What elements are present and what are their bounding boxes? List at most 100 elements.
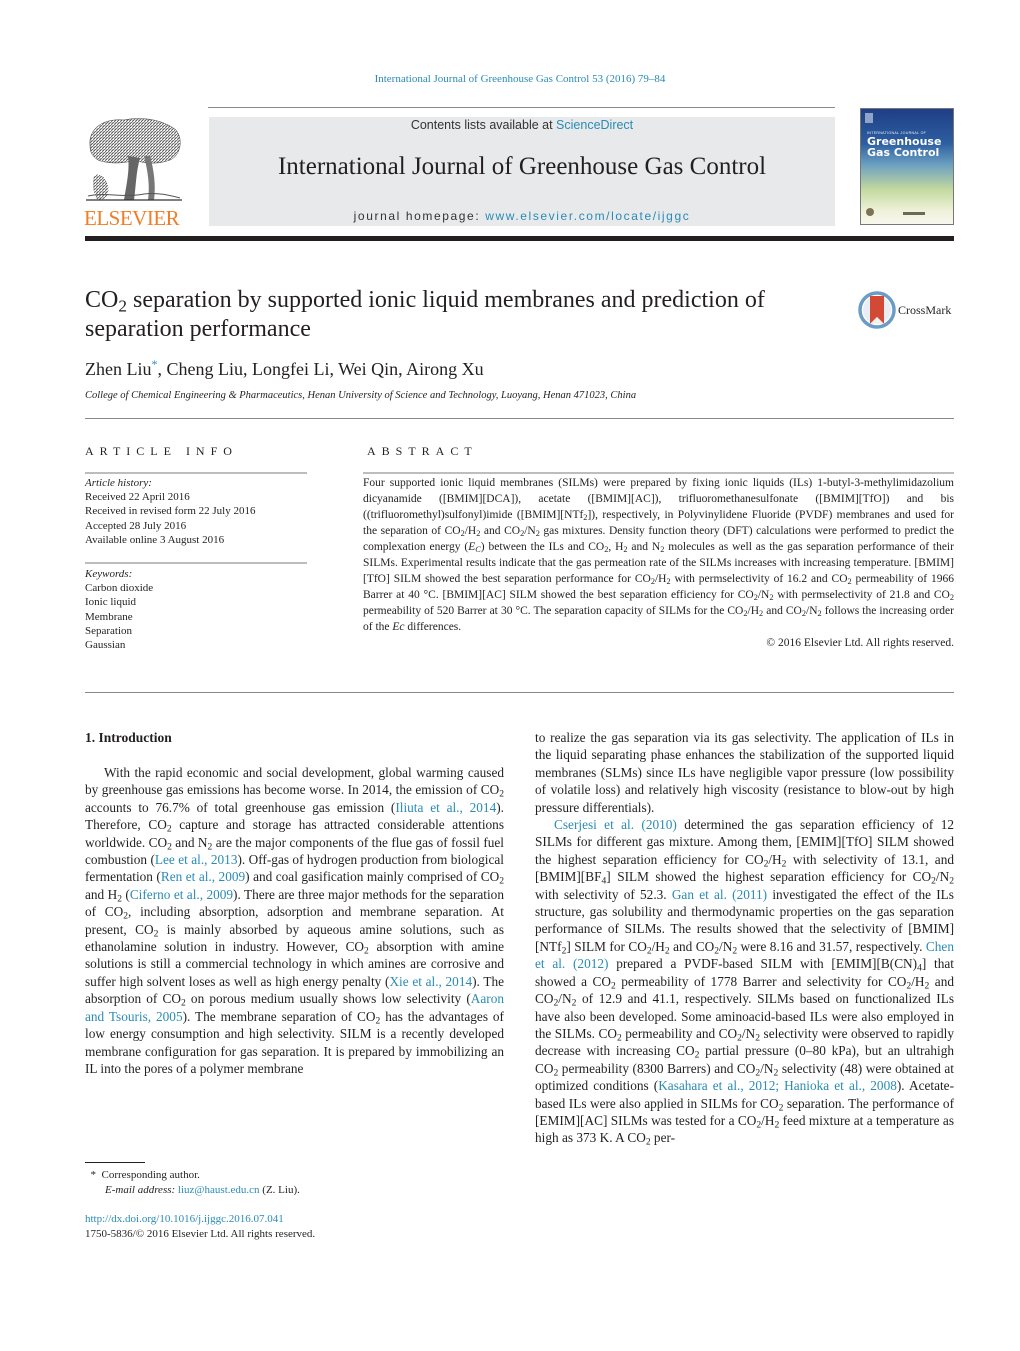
intro-paragraph-1: With the rapid economic and social devel… bbox=[85, 765, 505, 1076]
subscript: 2 bbox=[561, 945, 567, 957]
body-column-left: With the rapid economic and social devel… bbox=[85, 764, 504, 1077]
crossmark-badge[interactable]: CrossMark bbox=[858, 290, 958, 330]
section-heading-introduction: 1. Introduction bbox=[85, 730, 172, 745]
cover-title-line2: Gas Control bbox=[867, 146, 940, 159]
subscript: 2 bbox=[949, 593, 955, 603]
journal-cover-thumbnail[interactable]: INTERNATIONAL JOURNAL OF Greenhouse Gas C… bbox=[860, 108, 954, 225]
history-online: Available online 3 August 2016 bbox=[85, 533, 225, 546]
elsevier-logo[interactable]: ELSEVIER bbox=[84, 116, 188, 230]
subscript: 2 bbox=[664, 945, 670, 957]
subscript: 4 bbox=[601, 875, 607, 887]
intro-paragraph-1-cont: to realize the gas separation via its ga… bbox=[535, 730, 954, 815]
subscript: 2 bbox=[774, 1119, 780, 1131]
footnote-corresponding: * Corresponding author. bbox=[85, 1168, 300, 1183]
author-first: Zhen Liu bbox=[85, 359, 152, 379]
citation-link[interactable]: Cserjesi et al. (2010) bbox=[554, 817, 677, 832]
article-title: CO2 separation by supported ionic liquid… bbox=[85, 286, 845, 344]
cover-publisher-line bbox=[903, 212, 925, 215]
subscript: 2 bbox=[743, 609, 748, 619]
abstract-bottom-rule bbox=[85, 692, 954, 693]
abstract: Four supported ionic liquid membranes (S… bbox=[363, 475, 954, 651]
doi-link[interactable]: http://dx.doi.org/10.1016/j.ijggc.2016.0… bbox=[85, 1213, 284, 1225]
subscript: 2 bbox=[375, 1015, 381, 1027]
subscript: 2 bbox=[847, 577, 852, 587]
subscript: 2 bbox=[153, 928, 159, 940]
subscript: 2 bbox=[553, 997, 559, 1009]
history-label: Article history: bbox=[85, 477, 152, 489]
abstract-text: Four supported ionic liquid membranes (S… bbox=[363, 477, 955, 633]
subscript: 2 bbox=[773, 1067, 779, 1079]
journal-homepage: journal homepage: www.elsevier.com/locat… bbox=[209, 209, 835, 223]
subscript: 2 bbox=[476, 529, 481, 539]
affiliation: College of Chemical Engineering & Pharma… bbox=[85, 390, 637, 401]
citation-link[interactable]: Ciferno et al., 2009 bbox=[130, 887, 233, 902]
running-head[interactable]: International Journal of Greenhouse Gas … bbox=[0, 73, 1020, 85]
subscript: 2 bbox=[931, 875, 936, 887]
subscript: 2 bbox=[753, 593, 758, 603]
subscript: 2 bbox=[583, 513, 588, 523]
subscript: 2 bbox=[949, 875, 954, 887]
subscript: 2 bbox=[460, 529, 465, 539]
citation-link[interactable]: Lee et al., 2013 bbox=[155, 852, 238, 867]
elsevier-tree-icon bbox=[86, 118, 182, 201]
sciencedirect-link[interactable]: ScienceDirect bbox=[556, 118, 633, 132]
citation-link[interactable]: Xie et al., 2014 bbox=[389, 974, 472, 989]
subscript: 2 bbox=[755, 1032, 761, 1044]
footnote-email: E-mail address: liuz@haust.edu.cn (Z. Li… bbox=[85, 1183, 300, 1198]
subscript: 2 bbox=[645, 1136, 651, 1148]
subscript: 2 bbox=[207, 841, 213, 853]
issn-line: 1750-5836/© 2016 Elsevier Ltd. All right… bbox=[85, 1227, 316, 1240]
subscript: 2 bbox=[611, 980, 616, 992]
body-column-right: to realize the gas separation via its ga… bbox=[535, 729, 954, 1147]
subscript: 2 bbox=[737, 1032, 742, 1044]
subscript: 2 bbox=[167, 841, 172, 853]
subscript: 2 bbox=[906, 980, 912, 992]
email-link[interactable]: liuz@haust.edu.cn bbox=[178, 1184, 260, 1196]
subscript: 2 bbox=[694, 1049, 700, 1061]
citation-link[interactable]: Kasahara et al., 2012; Hanioka et al., 2… bbox=[658, 1078, 897, 1093]
article-info: Article history: Received 22 April 2016 … bbox=[85, 476, 315, 547]
contents-available: Contents lists available at ScienceDirec… bbox=[209, 118, 835, 132]
subscript: 2 bbox=[924, 980, 930, 992]
history-received: Received 22 April 2016 bbox=[85, 491, 190, 504]
abstract-heading: ABSTRACT bbox=[367, 444, 478, 458]
subscript: C bbox=[475, 545, 481, 555]
footnote-rule bbox=[85, 1162, 145, 1163]
subscript: 2 bbox=[123, 910, 129, 922]
cover-seal-icon bbox=[866, 208, 874, 216]
doi-block: http://dx.doi.org/10.1016/j.ijggc.2016.0… bbox=[85, 1212, 315, 1241]
citation-link[interactable]: Iliuta et al., 2014 bbox=[395, 800, 496, 815]
subscript: 2 bbox=[801, 609, 807, 619]
subscript: 2 bbox=[666, 577, 671, 587]
history-accepted: Accepted 28 July 2016 bbox=[85, 519, 187, 532]
keyword: Carbon dioxide bbox=[85, 582, 154, 595]
citation-link[interactable]: Aaron and Tsouris, 2005 bbox=[85, 991, 504, 1023]
subscript: 2 bbox=[571, 997, 577, 1009]
journal-banner: Contents lists available at ScienceDirec… bbox=[209, 117, 835, 226]
citation-link[interactable]: Ren et al., 2009 bbox=[161, 869, 245, 884]
subscript: 2 bbox=[817, 609, 822, 619]
subscript: 2 bbox=[650, 577, 655, 587]
subscript: 2 bbox=[553, 1067, 559, 1079]
subscript: 2 bbox=[520, 529, 525, 539]
abstract-copyright: © 2016 Elsevier Ltd. All rights reserved… bbox=[766, 637, 954, 649]
footnote-mark: * bbox=[90, 1169, 97, 1181]
crossmark-label: CrossMark bbox=[898, 303, 952, 317]
citation-link[interactable]: Chen et al. (2012) bbox=[535, 939, 954, 971]
subscript: 2 bbox=[769, 593, 774, 603]
subscript: 2 bbox=[499, 875, 504, 887]
cover-title: Greenhouse Gas Control bbox=[867, 136, 941, 158]
keyword: Separation bbox=[85, 624, 133, 637]
citation-link[interactable]: Gan et al. (2011) bbox=[672, 887, 767, 902]
keywords: Keywords: Carbon dioxide Ionic liquid Me… bbox=[85, 567, 315, 652]
author-others: , Cheng Liu, Longfei Li, Wei Qin, Airong… bbox=[157, 359, 484, 379]
homepage-link[interactable]: www.elsevier.com/locate/ijggc bbox=[485, 209, 690, 223]
subscript: 2 bbox=[616, 1032, 622, 1044]
keyword: Gaussian bbox=[85, 639, 126, 652]
subscript: 2 bbox=[759, 609, 764, 619]
subscript: 2 bbox=[646, 945, 652, 957]
subscript: 2 bbox=[755, 1067, 761, 1079]
subscript: 2 bbox=[604, 545, 609, 555]
title-co: CO bbox=[85, 287, 119, 313]
history-revised: Received in revised form 22 July 2016 bbox=[85, 505, 256, 518]
